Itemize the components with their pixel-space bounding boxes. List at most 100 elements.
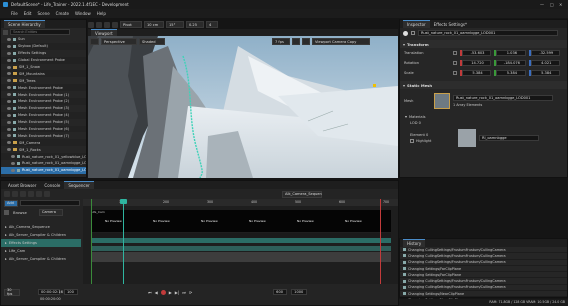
transform-z-field[interactable]: -32.599 xyxy=(530,50,560,56)
visibility-eye-icon[interactable] xyxy=(7,113,11,117)
filter-icon[interactable] xyxy=(20,191,26,197)
visibility-eye-icon[interactable] xyxy=(7,58,11,62)
select-tool-icon[interactable] xyxy=(88,21,94,28)
link-icon[interactable] xyxy=(452,71,457,75)
range-start-field[interactable]: 100 xyxy=(64,289,78,295)
move-tool-icon[interactable] xyxy=(96,21,102,28)
close-button[interactable]: ✕ xyxy=(559,2,562,7)
hierarchy-item[interactable]: Skybox (Default) xyxy=(1,42,86,50)
hierarchy-item[interactable]: Mesh Environment Probe (5) xyxy=(1,119,86,126)
viewport-canvas[interactable]: Perspective Shaded 7 fps Viewport Camera… xyxy=(88,36,398,178)
track-lane-cam[interactable] xyxy=(91,246,391,251)
menu-create[interactable]: Create xyxy=(56,11,69,16)
angle-snap-dropdown[interactable]: 15° xyxy=(166,21,184,28)
last-frame-icon[interactable]: ⏭ xyxy=(182,290,186,295)
tab-console[interactable]: Console xyxy=(40,183,64,188)
range-end-field[interactable]: 600 xyxy=(273,289,288,295)
hierarchy-item[interactable]: Sun xyxy=(1,36,86,43)
record-icon[interactable] xyxy=(160,289,166,295)
hierarchy-search-input[interactable] xyxy=(10,29,70,35)
playhead-handle[interactable] xyxy=(120,199,127,204)
object-name-field[interactable]: Rust_nature_rock_01_oamnbgge_LOD001 xyxy=(418,30,558,36)
visibility-eye-icon[interactable] xyxy=(7,120,11,124)
static-mesh-section-header[interactable]: ▾ Static Mesh xyxy=(400,81,567,89)
track-search-input[interactable] xyxy=(20,200,80,206)
hierarchy-item[interactable]: Mesh Environment Probe (7) xyxy=(1,132,86,139)
timeline-ruler[interactable]: 100200300400500600700 xyxy=(83,199,398,206)
hierarchy-item[interactable]: Mesh Environment Probe (6) xyxy=(1,125,86,133)
transform-x-field[interactable]: 5.384 xyxy=(461,70,492,76)
visibility-eye-icon[interactable] xyxy=(7,93,11,97)
transform-z-field[interactable]: 4.021 xyxy=(530,60,560,66)
snap-dropdown[interactable]: 10 cm xyxy=(144,21,164,28)
sequencer-track[interactable]: ▸ Alk_Server_Compiler & Children xyxy=(1,231,81,239)
tab-history[interactable]: History xyxy=(403,239,426,247)
fps-dropdown[interactable]: 30 fps xyxy=(4,288,20,296)
tab-effects-settings[interactable]: Effects Settings* xyxy=(430,22,471,27)
link-icon[interactable] xyxy=(452,51,457,55)
add-track-button[interactable]: Add xyxy=(4,199,18,207)
visibility-eye-icon[interactable] xyxy=(7,51,11,55)
minimize-button[interactable]: — xyxy=(540,2,544,7)
add-entity-icon[interactable] xyxy=(3,29,8,35)
hierarchy-item[interactable]: SM_Mountains xyxy=(1,70,86,78)
material-field[interactable]: RI_oamnbgge xyxy=(479,135,539,141)
visibility-eye-icon[interactable] xyxy=(7,72,11,76)
tab-asset-browser[interactable]: Asset Browser xyxy=(4,183,40,188)
camera-speed-dropdown[interactable]: 4 xyxy=(206,21,218,28)
tab-inspector[interactable]: Inspector xyxy=(403,20,430,28)
visibility-eye-icon[interactable] xyxy=(7,86,11,90)
tab-sequencer[interactable]: Sequencer xyxy=(64,181,94,189)
hierarchy-item[interactable]: Rust_nature_rock_01_yellowblue_LOD001 xyxy=(1,153,86,161)
expand-chevron-icon[interactable]: ▸ xyxy=(5,233,7,237)
menu-file[interactable]: File xyxy=(11,11,18,16)
material-thumbnail[interactable] xyxy=(458,129,476,147)
menu-edit[interactable]: Edit xyxy=(24,11,32,16)
visibility-eye-icon[interactable] xyxy=(11,155,15,159)
hierarchy-item[interactable]: SM_Camera xyxy=(1,139,86,147)
prev-frame-icon[interactable]: ◀ xyxy=(155,290,158,295)
transform-y-field[interactable]: -184.076 xyxy=(496,60,526,66)
transform-y-field[interactable]: 1.036 xyxy=(496,50,526,56)
current-time-field[interactable]: 00:00:02:16 xyxy=(38,289,63,295)
visibility-eye-icon[interactable] xyxy=(7,134,11,138)
perspective-dropdown[interactable]: Perspective xyxy=(101,38,137,45)
sequence-dropdown[interactable]: Alk_Camera_Sequen xyxy=(282,190,322,198)
mesh-field[interactable]: Rust_nature_rock_01_oamnbgge_LOD001 xyxy=(453,95,553,101)
visibility-eye-icon[interactable] xyxy=(7,65,11,69)
expand-chevron-icon[interactable]: ▸ xyxy=(5,241,7,245)
hierarchy-item[interactable]: Mesh Environment Probe (3) xyxy=(1,105,86,112)
timeline[interactable]: 100200300400500600700 Life_Cam No Previe… xyxy=(83,199,398,284)
grid-toggle-icon[interactable] xyxy=(292,38,300,45)
hierarchy-item[interactable]: Rust_nature_rock_01_oamnbgge_LOD000 xyxy=(1,160,86,167)
link-icon[interactable] xyxy=(44,191,50,197)
visibility-eye-icon[interactable] xyxy=(7,99,11,103)
pivot-dropdown[interactable]: Pivot xyxy=(120,21,142,28)
end-marker[interactable] xyxy=(380,199,381,284)
link-icon[interactable] xyxy=(452,61,457,65)
maximize-button[interactable]: □ xyxy=(550,2,554,7)
visibility-eye-icon[interactable] xyxy=(7,141,11,145)
visibility-eye-icon[interactable] xyxy=(7,106,11,110)
viewport-menu-icon[interactable] xyxy=(90,38,99,45)
hierarchy-item[interactable]: SM_1_Snow xyxy=(1,64,86,71)
gizmo-toggle-icon[interactable] xyxy=(302,38,310,45)
sequencer-track[interactable]: ▸ Life_Cam xyxy=(1,247,81,255)
materials-row[interactable]: ▾ Materials xyxy=(400,113,567,120)
scale-snap-dropdown[interactable]: 0.25 xyxy=(186,21,204,28)
visibility-eye-icon[interactable] xyxy=(7,37,11,41)
tab-viewport[interactable]: Viewport xyxy=(91,29,117,36)
hierarchy-item[interactable]: Global Environment Probe xyxy=(1,56,86,64)
menu-scene[interactable]: Scene xyxy=(37,11,49,16)
sequencer-track[interactable]: ▸ Alk_Server_Compiler & Children xyxy=(1,255,81,263)
tab-scene-hierarchy[interactable]: Scene Hierarchy xyxy=(4,20,45,28)
hierarchy-item[interactable]: SM_Trees xyxy=(1,77,86,84)
key-icon[interactable] xyxy=(12,191,18,197)
camera-dropdown[interactable]: Viewport Camera Copy xyxy=(312,38,370,45)
play-icon[interactable]: ▶ xyxy=(169,290,172,295)
visibility-eye-icon[interactable] xyxy=(7,44,11,48)
next-frame-icon[interactable]: ▶| xyxy=(175,290,179,295)
scale-tool-icon[interactable] xyxy=(112,21,118,28)
start-marker[interactable] xyxy=(91,199,92,284)
visibility-eye-icon[interactable] xyxy=(11,161,15,165)
